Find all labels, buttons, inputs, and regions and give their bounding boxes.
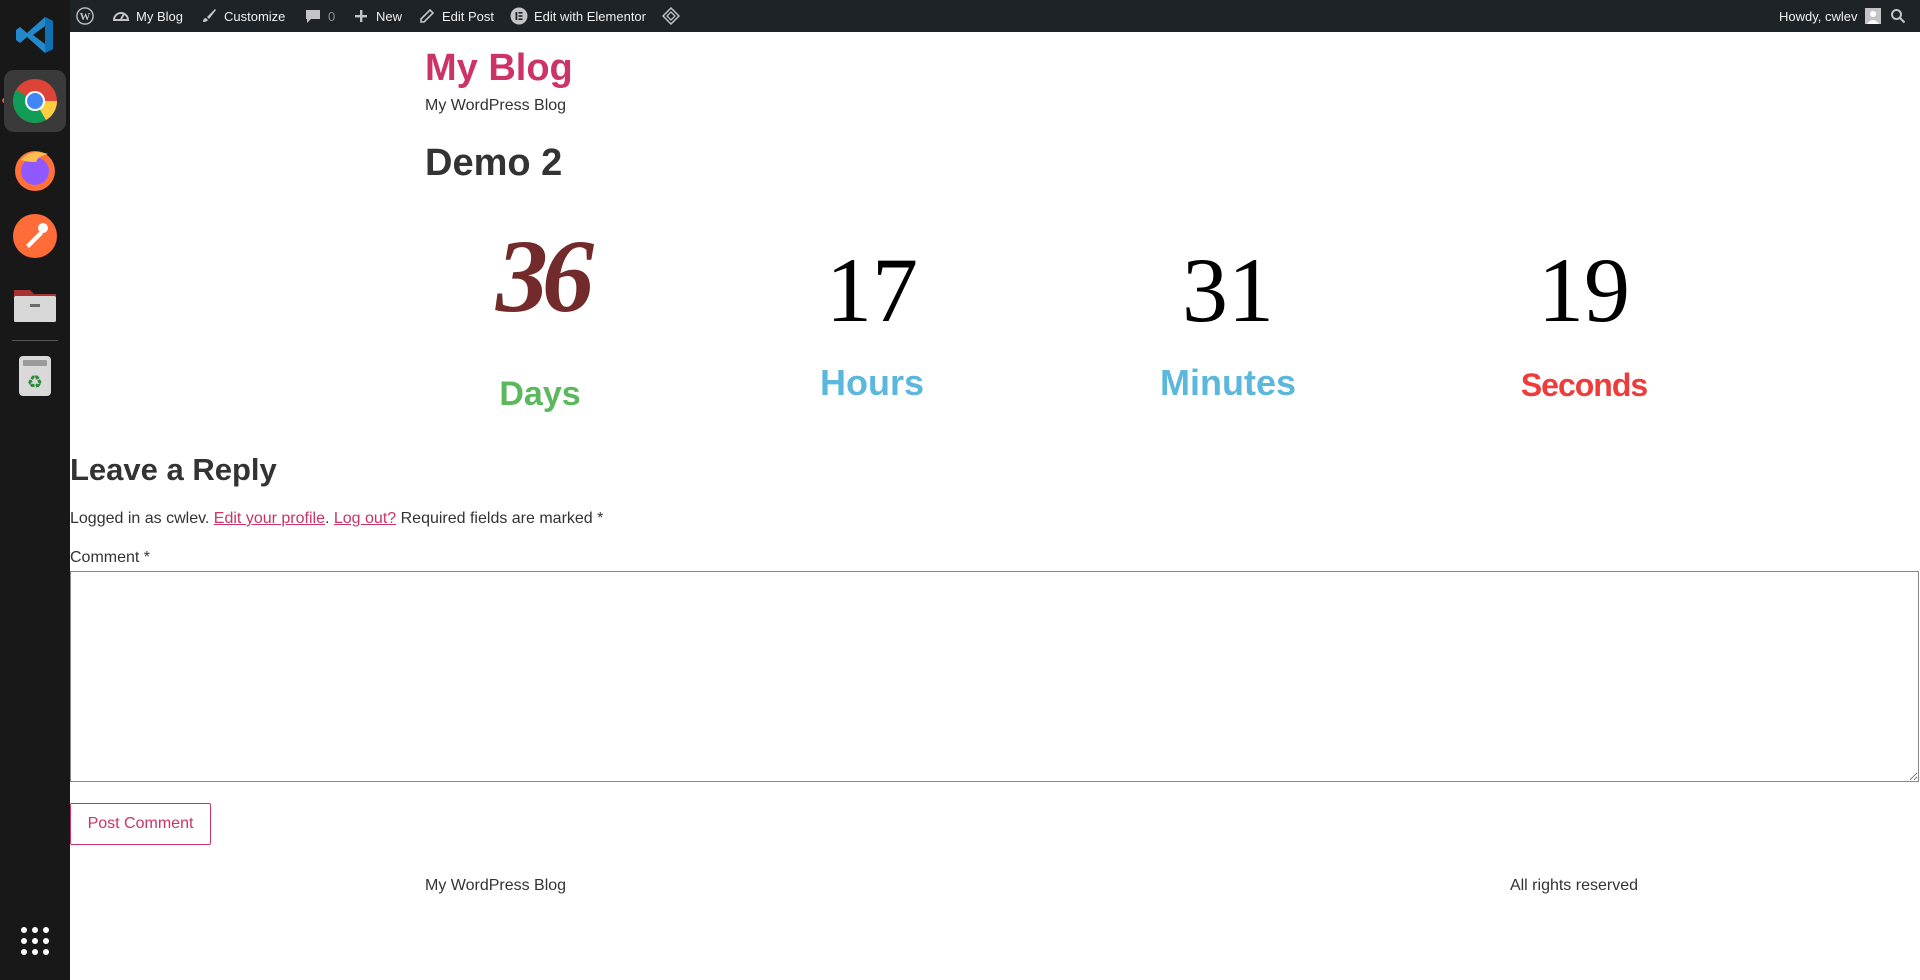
- plus-icon: [352, 7, 370, 25]
- countdown-seconds-label: Seconds: [1520, 367, 1648, 403]
- postman-icon[interactable]: [4, 205, 66, 267]
- my-account-button[interactable]: Howdy, cwlev: [1779, 0, 1882, 32]
- countdown-days-value: 36: [496, 219, 594, 334]
- trash-icon[interactable]: ♻: [4, 344, 66, 406]
- logout-link[interactable]: Log out?: [334, 510, 396, 527]
- link-separator: .: [324, 510, 330, 527]
- svg-text:♻: ♻: [27, 372, 43, 393]
- dock: ♻: [0, 0, 70, 980]
- customize-label: Customize: [224, 8, 286, 24]
- site-name-button[interactable]: My Blog: [112, 0, 183, 32]
- countdown-days-label: Days: [499, 375, 581, 413]
- countdown-hours-label: Hours: [819, 362, 924, 403]
- dashboard-icon: [112, 7, 130, 25]
- new-label: New: [376, 8, 403, 24]
- search-icon: [1889, 7, 1907, 25]
- footer-site-description: My WordPress Blog: [425, 877, 567, 894]
- site-description: My WordPress Blog: [425, 97, 567, 114]
- elementor-icon: [510, 7, 528, 25]
- pencil-icon: [418, 7, 436, 25]
- vscode-icon[interactable]: [4, 4, 66, 66]
- comment-bubble-icon: [304, 7, 322, 25]
- howdy-label: Howdy, cwlev: [1779, 8, 1858, 24]
- leave-reply-heading: Leave a Reply: [70, 452, 277, 487]
- post-comment-button[interactable]: Post Comment: [70, 803, 211, 845]
- wordpress-icon: W: [76, 7, 94, 25]
- logged-in-prefix: Logged in as cwlev.: [70, 510, 210, 527]
- app-grid-icon[interactable]: [4, 910, 66, 972]
- footer-copyright: All rights reserved: [1509, 877, 1638, 894]
- firefox-icon[interactable]: [4, 138, 66, 200]
- page-content: My Blog My WordPress Blog Demo 2 36 17 3…: [70, 32, 1920, 980]
- post-title: Demo 2: [425, 142, 563, 184]
- customize-button[interactable]: Customize: [200, 0, 285, 32]
- required-fields-note: Required fields are marked *: [400, 510, 604, 527]
- comments-button[interactable]: 0: [304, 0, 335, 32]
- countdown-minutes-value: 31: [1182, 239, 1274, 341]
- brush-icon: [200, 7, 218, 25]
- countdown-hours-value: 17: [826, 239, 918, 341]
- dock-separator: [12, 340, 58, 341]
- search-button[interactable]: [1889, 0, 1907, 32]
- countdown-seconds-value: 19: [1538, 239, 1630, 341]
- edit-profile-link[interactable]: Edit your profile: [214, 510, 325, 527]
- diamond-icon: [662, 7, 680, 25]
- diamond-plugin-button[interactable]: [662, 0, 680, 32]
- admin-bar: W My Blog Customize 0 New Edit Post Edit…: [70, 0, 1920, 32]
- edit-elementor-label: Edit with Elementor: [534, 8, 646, 24]
- comment-label: Comment *: [70, 549, 151, 566]
- edit-with-elementor-button[interactable]: Edit with Elementor: [510, 0, 646, 32]
- comment-textarea[interactable]: [70, 571, 1919, 782]
- countdown-minutes-label: Minutes: [1159, 362, 1296, 403]
- logged-in-notice: Logged in as cwlev. Edit your profile. L…: [70, 510, 603, 528]
- edit-post-button[interactable]: Edit Post: [418, 0, 494, 32]
- wordpress-logo-button[interactable]: W: [76, 0, 94, 32]
- site-name-label: My Blog: [136, 8, 183, 24]
- comments-count: 0: [328, 8, 336, 24]
- new-content-button[interactable]: New: [352, 0, 402, 32]
- files-icon[interactable]: [4, 273, 66, 335]
- chrome-icon[interactable]: [4, 70, 66, 132]
- site-title[interactable]: My Blog: [425, 47, 573, 90]
- svg-text:W: W: [80, 11, 91, 23]
- avatar: [1864, 7, 1882, 25]
- edit-post-label: Edit Post: [442, 8, 495, 24]
